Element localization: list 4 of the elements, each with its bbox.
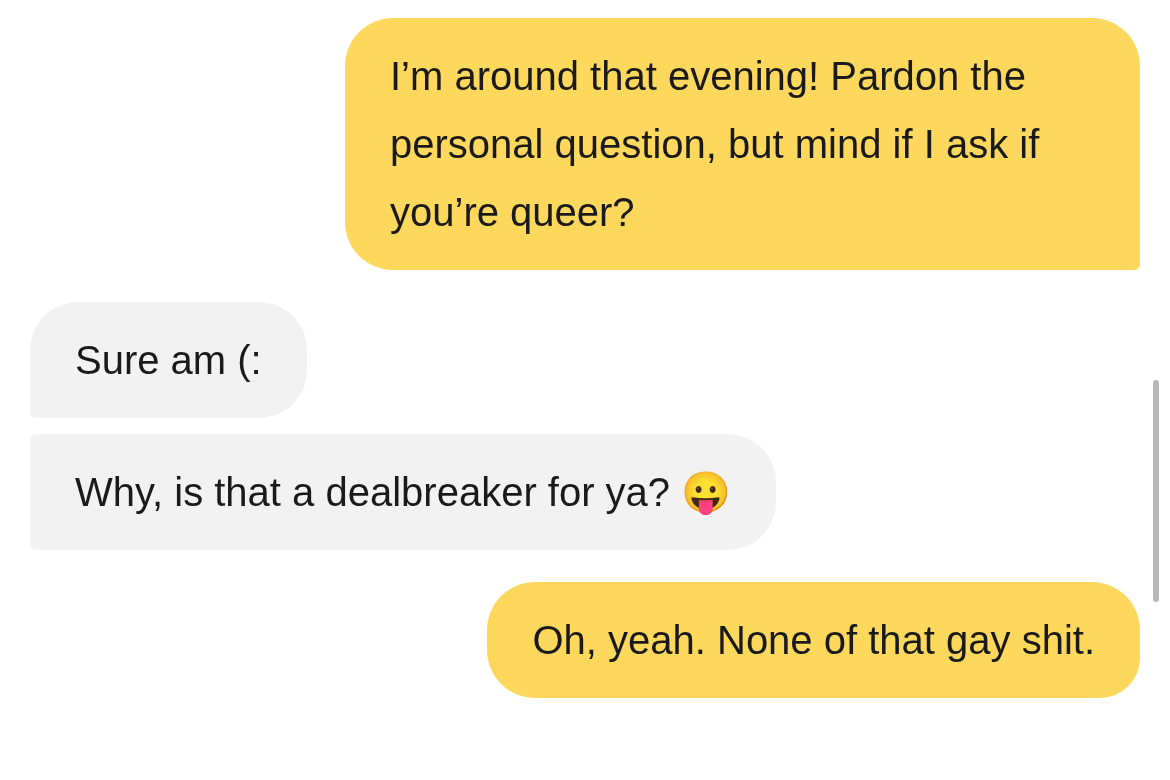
received-message-bubble: Sure am (:: [30, 302, 307, 418]
sent-message-bubble: I’m around that evening! Pardon the personal question, but mind if I ask if you’re queer?: [345, 18, 1140, 270]
received-message-bubble: Why, is that a dealbreaker for ya? 😛: [30, 434, 777, 550]
sent-message-bubble: Oh, yeah. None of that gay shit.: [487, 582, 1140, 698]
